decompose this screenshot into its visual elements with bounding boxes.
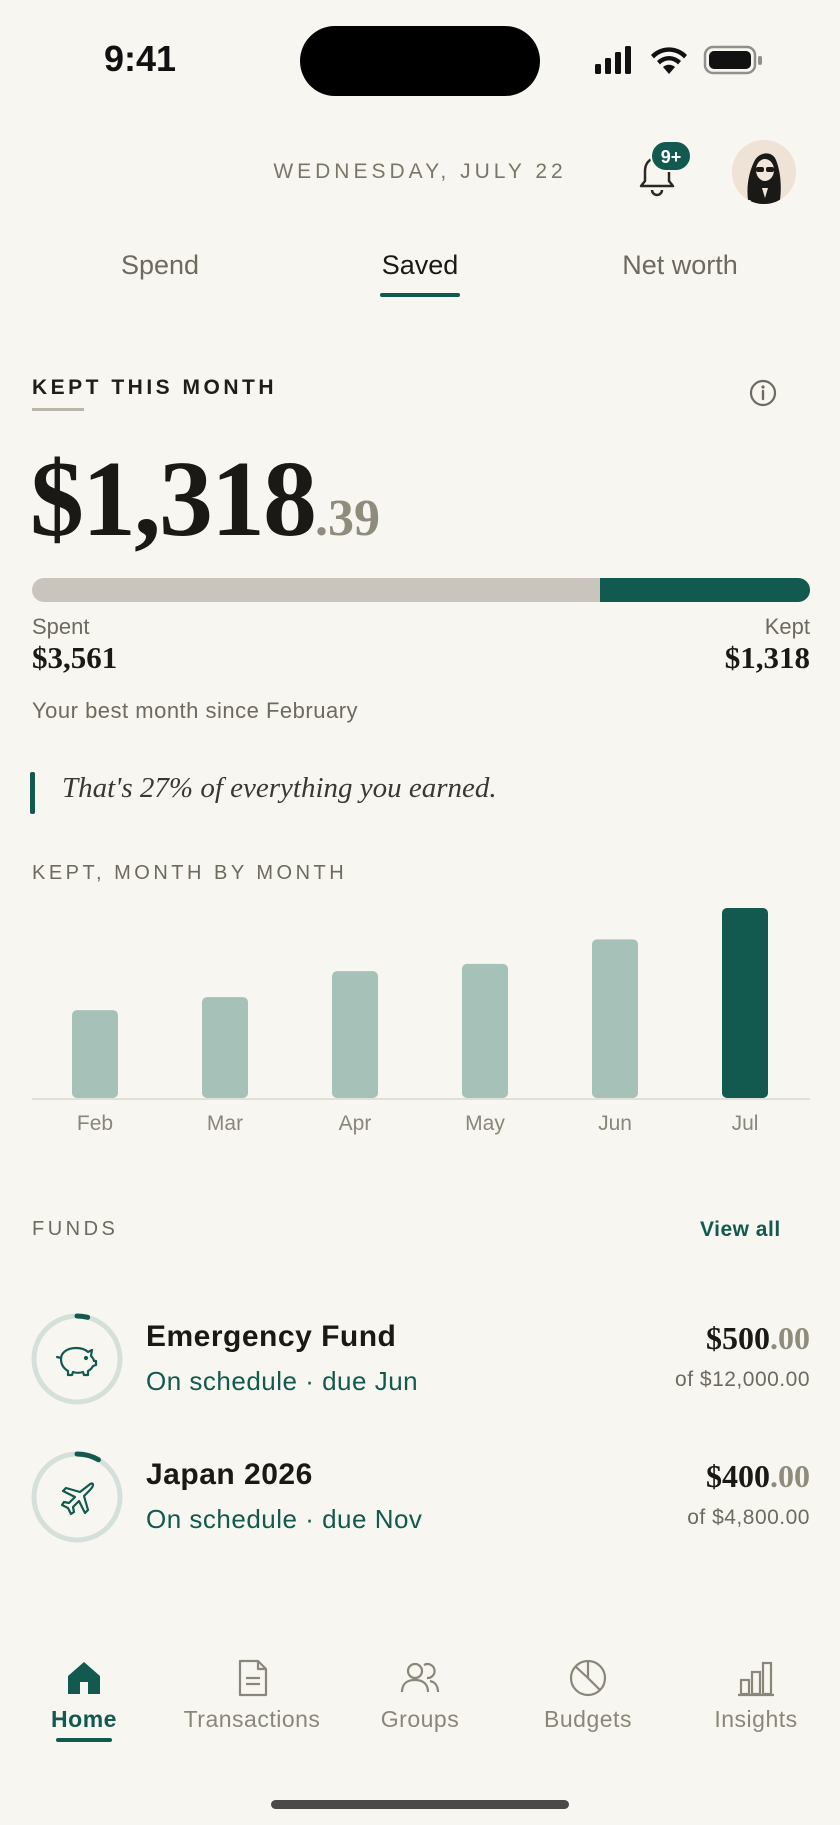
nav-active-indicator [56, 1738, 112, 1742]
fund-amount-whole: $500 [706, 1320, 770, 1356]
nav-item-groups[interactable]: Groups [336, 1640, 504, 1733]
fund-row-emergency[interactable]: Emergency Fund On schedule · due Jun $50… [0, 1300, 840, 1420]
nav-label: Insights [714, 1706, 798, 1732]
spent-label: Spent [32, 614, 90, 639]
pie-chart-icon [569, 1659, 607, 1697]
notification-badge: 9+ [650, 140, 692, 172]
airplane-icon [60, 1482, 95, 1516]
chart-tick-label: May [465, 1112, 505, 1135]
chart-bar-apr [332, 971, 378, 1098]
fund-progress-ring [31, 1313, 123, 1405]
cellular-signal-icon [595, 46, 631, 74]
chart-bar-feb [72, 1010, 118, 1098]
nav-label: Groups [380, 1706, 460, 1732]
fund-amount-cents: .00 [770, 1458, 810, 1494]
nav-item-transactions[interactable]: Transactions [168, 1640, 336, 1733]
fund-name: Emergency Fund [146, 1320, 397, 1353]
kept-progress-fill [599, 578, 810, 602]
status-icons [595, 45, 762, 75]
chart-tick-label: Jun [598, 1112, 632, 1135]
chart-tick-label: Feb [77, 1112, 113, 1135]
fund-row-japan[interactable]: Japan 2026 On schedule · due Nov $400.00… [0, 1438, 840, 1558]
bar-chart-icon [738, 1661, 774, 1697]
nav-label: Home [51, 1706, 117, 1732]
fund-status: On schedule · due Jun [146, 1366, 419, 1396]
funds-section-title: FUNDS [32, 1218, 119, 1240]
group-icon [400, 1662, 440, 1693]
info-icon[interactable] [748, 378, 778, 408]
chart-tick-label: Mar [207, 1112, 243, 1135]
kept-amount-whole: $1,318 [30, 440, 317, 559]
kept-value: $1,318 [724, 640, 810, 675]
kept-amount: $1,318.39 [30, 438, 380, 562]
section-title-underline [32, 408, 84, 411]
chart-tick-label: Jul [732, 1112, 759, 1135]
nav-item-home[interactable]: Home [0, 1640, 168, 1733]
chart-title: KEPT, MONTH BY MONTH [32, 862, 348, 884]
nav-label: Budgets [544, 1706, 632, 1732]
document-icon [238, 1659, 268, 1697]
monthly-kept-bar-chart: Feb Mar Apr May Jun Jul [32, 908, 810, 1135]
fund-status: On schedule · due Nov [146, 1504, 423, 1534]
chart-bar-jun [592, 939, 638, 1098]
kept-section-title: KEPT THIS MONTH [32, 376, 277, 399]
dynamic-island [300, 26, 540, 96]
tab-net-worth[interactable]: Net worth [600, 250, 760, 281]
nav-item-budgets[interactable]: Budgets [504, 1640, 672, 1733]
wifi-icon [651, 47, 687, 74]
chart-bar-mar [202, 997, 248, 1098]
status-time: 9:41 [104, 38, 177, 79]
view-all-funds-link[interactable]: View all [700, 1218, 781, 1242]
home-indicator [271, 1800, 569, 1809]
home-icon [68, 1662, 100, 1694]
chart-bar-may [462, 963, 508, 1098]
piggy-bank-icon [55, 1346, 98, 1377]
fund-amount-whole: $400 [706, 1458, 770, 1494]
fund-amount-cents: .00 [770, 1320, 810, 1356]
avatar[interactable] [732, 140, 796, 204]
spent-kept-progress-bar [32, 578, 810, 602]
spent-value: $3,561 [32, 640, 118, 675]
best-month-note: Your best month since February [32, 698, 359, 723]
nav-label: Transactions [183, 1706, 321, 1732]
fund-target: of $4,800.00 [687, 1506, 810, 1529]
earnings-quote: That's 27% of everything you earned. [62, 772, 497, 804]
chart-tick-label: Apr [339, 1112, 372, 1135]
tab-active-indicator [380, 293, 460, 297]
header-date: WEDNESDAY, JULY 22 [273, 160, 567, 183]
avatar-portrait-icon [732, 140, 796, 204]
bottom-nav: Home Transactions Groups Budgets Insight… [0, 1640, 840, 1760]
fund-name: Japan 2026 [146, 1458, 313, 1491]
fund-progress-ring [31, 1451, 123, 1543]
tab-saved[interactable]: Saved [350, 250, 490, 281]
battery-icon [703, 45, 762, 75]
kept-label: Kept [764, 614, 810, 639]
tab-spend[interactable]: Spend [90, 250, 230, 281]
fund-target: of $12,000.00 [675, 1368, 810, 1391]
kept-amount-cents: .39 [315, 490, 380, 547]
fund-amount: $400.00 [706, 1458, 810, 1495]
nav-item-insights[interactable]: Insights [672, 1640, 840, 1733]
fund-amount: $500.00 [706, 1320, 810, 1357]
quote-accent-bar [30, 772, 35, 814]
chart-bar-jul [722, 908, 768, 1098]
